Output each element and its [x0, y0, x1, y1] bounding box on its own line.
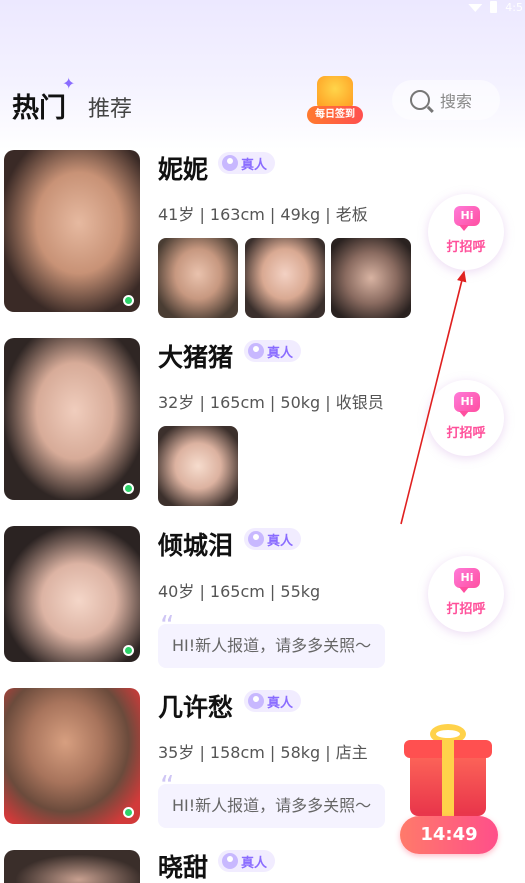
user-name: 倾城泪	[158, 531, 234, 560]
gift-ribbon	[442, 740, 454, 816]
search-placeholder: 搜索	[440, 92, 473, 111]
avatar[interactable]	[4, 338, 140, 500]
user-info: 40岁 | 165cm | 55kg	[158, 582, 321, 601]
verified-badge: 真人	[218, 850, 276, 872]
greet-button[interactable]: Hi 打招呼	[428, 380, 504, 456]
badge-label: 真人	[241, 855, 268, 871]
person-icon	[248, 343, 264, 359]
signin-label: 每日签到	[307, 106, 363, 124]
search-icon	[410, 90, 430, 110]
status-bar: 4:5	[468, 0, 525, 14]
floating-gift-button[interactable]	[400, 722, 500, 822]
badge-label: 真人	[267, 345, 294, 361]
user-info: 35岁 | 158cm | 58kg | 店主	[158, 743, 368, 762]
badge-label: 真人	[241, 157, 268, 173]
user-info: 41岁 | 163cm | 49kg | 老板	[158, 205, 368, 224]
badge-label: 真人	[267, 695, 294, 711]
verified-badge: 真人	[244, 690, 302, 712]
person-icon	[222, 853, 238, 869]
avatar[interactable]	[4, 850, 140, 883]
gift-box-icon	[317, 76, 353, 108]
photo-thumbnail[interactable]	[331, 238, 411, 318]
intro-quote: HI!新人报道，请多多关照～	[158, 764, 386, 828]
person-icon	[248, 531, 264, 547]
photo-thumbnail[interactable]	[158, 238, 238, 318]
online-indicator	[123, 295, 134, 306]
wifi-icon	[468, 4, 483, 12]
avatar[interactable]	[4, 150, 140, 312]
photo-thumbnail[interactable]	[158, 426, 238, 506]
verified-badge: 真人	[244, 340, 302, 362]
header-background	[0, 0, 525, 150]
user-name: 大猪猪	[158, 343, 234, 372]
hi-bubble-icon: Hi	[454, 568, 480, 593]
tab-hot[interactable]: 热门	[12, 86, 66, 125]
tab-recommend[interactable]: 推荐	[88, 91, 132, 125]
avatar[interactable]	[4, 688, 140, 824]
status-time: 4:5	[505, 0, 523, 14]
person-icon	[222, 155, 238, 171]
photo-thumbnail[interactable]	[245, 238, 325, 318]
badge-label: 真人	[267, 533, 294, 549]
user-name: 妮妮	[158, 155, 209, 184]
greet-button[interactable]: Hi 打招呼	[428, 556, 504, 632]
user-name: 晓甜	[158, 853, 209, 882]
greet-label: 打招呼	[446, 426, 486, 441]
intro-quote: HI!新人报道，请多多关照～	[158, 604, 386, 668]
daily-signin-button[interactable]: 每日签到	[307, 76, 363, 126]
gift-countdown[interactable]: 14:49	[400, 816, 498, 854]
greet-button[interactable]: Hi 打招呼	[428, 194, 504, 270]
hi-bubble-icon: Hi	[454, 392, 480, 417]
user-info: 32岁 | 165cm | 50kg | 收银员	[158, 393, 384, 412]
verified-badge: 真人	[244, 528, 302, 550]
user-name: 几许愁	[158, 693, 234, 722]
online-indicator	[123, 483, 134, 494]
hi-bubble-icon: Hi	[454, 206, 480, 231]
battery-icon	[490, 1, 498, 13]
online-indicator	[123, 645, 134, 656]
greet-label: 打招呼	[446, 602, 486, 617]
search-button[interactable]: 搜索	[392, 80, 500, 120]
greet-label: 打招呼	[446, 240, 486, 255]
avatar[interactable]	[4, 526, 140, 662]
online-indicator	[123, 807, 134, 818]
sparkle-icon: ✦	[62, 74, 76, 93]
verified-badge: 真人	[218, 152, 276, 174]
person-icon	[248, 693, 264, 709]
